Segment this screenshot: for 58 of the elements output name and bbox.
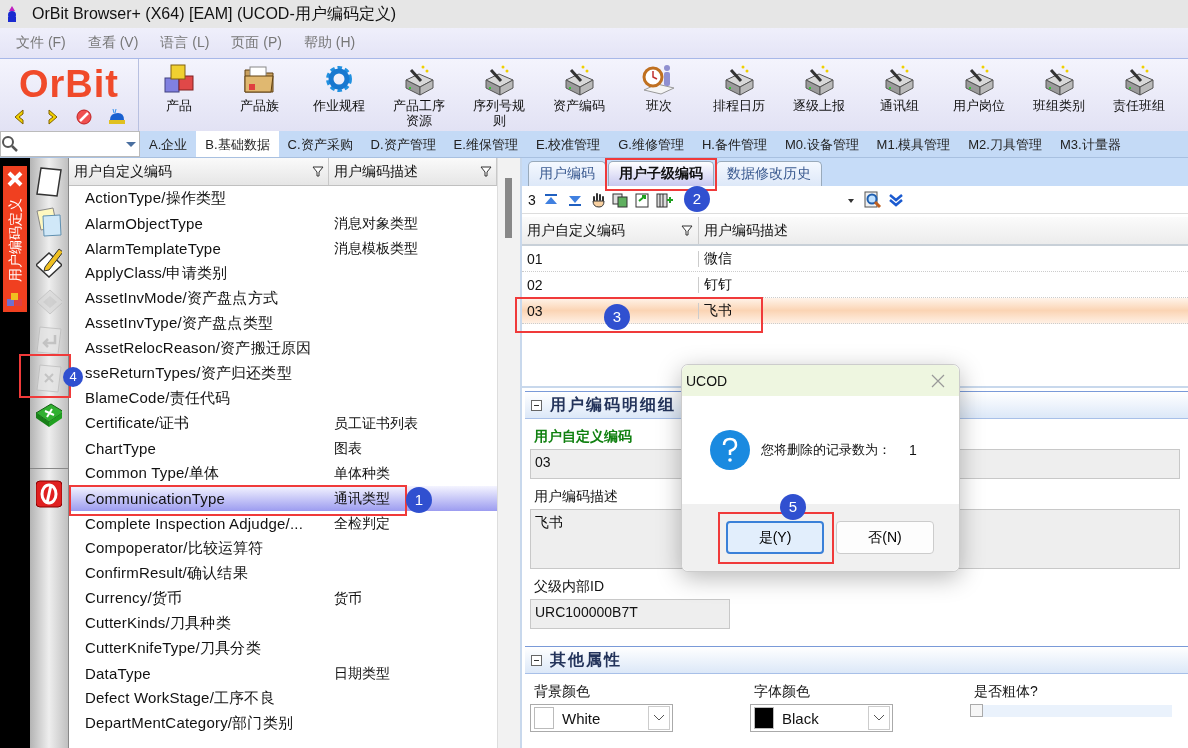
table-cell-text: CommunicationType bbox=[85, 490, 227, 507]
table-cell-text: Common Type/单体 bbox=[85, 464, 221, 483]
window-title: OrBit Browser+ (X64) [EAM] (UCOD-用户编码定义) bbox=[32, 3, 397, 24]
table-cell-text: Complete Inspection Adjudge/... bbox=[85, 515, 304, 532]
table-cell: 单体种类 bbox=[334, 464, 390, 483]
table-cell-text: Currency/货币 bbox=[85, 589, 184, 608]
field-label: 字体颜色 bbox=[754, 683, 811, 701]
table-cell: 通讯类型 bbox=[334, 489, 390, 508]
table-cell-text: ChartType bbox=[85, 440, 157, 457]
table-cell: 02 bbox=[522, 276, 699, 293]
field-label: 父级内部ID bbox=[534, 578, 604, 596]
table-cell-text: 飞书 bbox=[703, 301, 732, 320]
table-cell-text: DataType bbox=[85, 665, 152, 682]
field-label: 背景颜色 bbox=[534, 683, 591, 701]
side-tab-title: 用户编码定义 bbox=[6, 197, 24, 284]
table-cell: 图表 bbox=[334, 439, 362, 458]
section-title: 用户编码明细组 bbox=[550, 394, 676, 415]
table-cell-text: Compoperator/比较运算符 bbox=[85, 539, 265, 558]
section-title: 其他属性 bbox=[550, 649, 622, 670]
dialog-title: UCOD bbox=[686, 372, 728, 389]
field-label: 用户编码描述 bbox=[534, 488, 618, 506]
column-title: 用户自定义编码 bbox=[527, 221, 625, 240]
table-cell-text: CutterKinds/刀具种类 bbox=[85, 614, 232, 633]
dialog-message: 您将删除的记录数为： bbox=[761, 441, 891, 459]
table-cell: 全检判定 bbox=[334, 514, 390, 533]
table-cell-text: CutterKnifeType/刀具分类 bbox=[85, 639, 262, 658]
record-count: 3 bbox=[528, 191, 536, 208]
logo: OrBit bbox=[19, 64, 119, 104]
table-cell-text: DepartMentCategory/部门类别 bbox=[85, 714, 294, 733]
record-count: 1 bbox=[909, 442, 917, 458]
field-label: 用户自定义编码 bbox=[534, 428, 632, 446]
table-cell: 消息对象类型 bbox=[334, 214, 418, 233]
table-cell-text: ActionType/操作类型 bbox=[85, 189, 228, 208]
table-cell: 日期类型 bbox=[334, 664, 390, 683]
column-title: 用户编码描述 bbox=[334, 162, 418, 181]
table-cell-text: AssetInvMode/资产盘点方式 bbox=[85, 289, 279, 308]
table-cell-text: 微信 bbox=[703, 249, 732, 268]
table-cell-text: Certificate/证书 bbox=[85, 414, 191, 433]
table-cell-text: Defect WorkStage/工序不良 bbox=[85, 689, 276, 708]
step-badge: 3 bbox=[604, 304, 630, 330]
column-title: 用户自定义编码 bbox=[74, 162, 172, 181]
table-cell: 01 bbox=[522, 250, 699, 267]
table-cell-text: 钉钉 bbox=[703, 275, 732, 294]
table-cell-text: AlarmTemplateType bbox=[85, 240, 222, 257]
table-cell: 消息模板类型 bbox=[334, 239, 418, 258]
table-cell-text: ConfirmResult/确认结果 bbox=[85, 564, 249, 583]
table-cell-text: sseReturnTypes/资产归还类型 bbox=[85, 364, 293, 383]
table-cell: 员工证书列表 bbox=[334, 414, 418, 433]
table-cell-text: AlarmObjectType bbox=[85, 215, 205, 232]
table-cell-text: BlameCode/责任代码 bbox=[85, 389, 232, 408]
table-cell-text: AssetInvType/资产盘点类型 bbox=[85, 314, 274, 333]
table-cell: 货币 bbox=[334, 589, 362, 608]
table-cell-text: ApplyClass/申请类别 bbox=[85, 264, 229, 283]
table-cell-text: AssetRelocReason/资产搬迁原因 bbox=[85, 339, 313, 358]
field-label: 是否粗体? bbox=[974, 683, 1039, 701]
step-badge: 4 bbox=[63, 367, 83, 387]
step-badge: 2 bbox=[684, 186, 710, 212]
column-title: 用户编码描述 bbox=[704, 221, 788, 240]
